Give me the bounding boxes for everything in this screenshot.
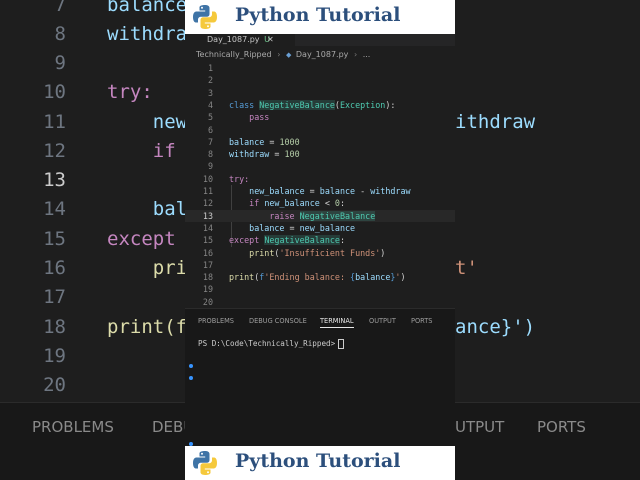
tab-debug-console[interactable]: DEBUG CONSOLE — [249, 317, 307, 325]
terminal-decoration-icon — [189, 376, 193, 380]
line-number: 9 — [207, 161, 213, 172]
bg-panel-tab: UTPUT — [455, 418, 505, 436]
line-number: 4 — [207, 99, 213, 110]
terminal-prompt[interactable]: PS D:\Code\Technically_Ripped> — [198, 339, 345, 349]
breadcrumb-file[interactable]: Day_1087.py — [296, 50, 349, 59]
code-text: raise NegativeBalance — [269, 210, 376, 221]
bg-fragment: t' — [455, 257, 478, 279]
tab-output[interactable]: OUTPUT — [369, 317, 396, 325]
python-logo-icon — [193, 451, 217, 475]
breadcrumb: Technically_Ripped › ◆ Day_1087.py › ... — [185, 47, 455, 62]
code-line: 11 new_balance = balance - withdraw — [185, 185, 455, 197]
line-number: 5 — [207, 112, 213, 123]
tab-filename: Day_1087.py — [207, 35, 260, 44]
python-logo-icon — [193, 5, 217, 29]
line-number: 20 — [202, 296, 213, 307]
chevron-right-icon: › — [353, 50, 358, 59]
line-number: 3 — [207, 87, 213, 98]
bg-fragment: ithdraw — [455, 111, 536, 133]
code-line: 20 — [185, 296, 455, 308]
line-number: 18 — [202, 272, 213, 283]
code-text: print(f'Ending balance: {balance}') — [229, 272, 406, 283]
terminal-cursor — [338, 339, 345, 349]
code-text: withdraw = 100 — [229, 149, 300, 160]
banner-title: Python Tutorial — [235, 4, 401, 26]
tab-day-1087[interactable]: Day_1087.py U ✕ — [185, 34, 295, 46]
code-line: 14 balance = new_balance — [185, 222, 455, 234]
tab-terminal[interactable]: TERMINAL — [320, 317, 354, 328]
line-number: 6 — [207, 124, 213, 135]
chevron-right-icon: › — [277, 50, 281, 59]
bottom-panel: PROBLEMS DEBUG CONSOLE TERMINAL OUTPUT P… — [185, 308, 455, 447]
code-line: 17 — [185, 259, 455, 271]
code-editor[interactable]: 1 2 3 4 class NegativeBalance(Exception):… — [185, 62, 455, 308]
breadcrumb-folder[interactable]: Technically_Ripped — [196, 50, 272, 59]
breadcrumb-more[interactable]: ... — [363, 50, 371, 59]
bottom-banner: Python Tutorial — [185, 446, 455, 480]
line-number: 17 — [202, 259, 213, 270]
code-text: print('Insufficient Funds') — [249, 247, 386, 258]
code-text: if new_balance < 0: — [249, 198, 346, 209]
code-line: 7 balance = 1000 — [185, 136, 455, 148]
top-banner: Python Tutorial — [185, 0, 455, 34]
code-line: 15 except NegativeBalance: — [185, 234, 455, 246]
terminal-decoration-icon — [189, 364, 193, 368]
code-text: except NegativeBalance: — [229, 235, 345, 246]
line-number: 12 — [202, 198, 213, 209]
editor-tabbar: Day_1087.py U ✕ — [185, 34, 455, 46]
code-line: 4 class NegativeBalance(Exception): — [185, 99, 455, 111]
line-number: 16 — [202, 247, 213, 258]
tab-ports[interactable]: PORTS — [411, 317, 432, 325]
banner-title: Python Tutorial — [235, 450, 401, 472]
line-number: 19 — [202, 284, 213, 295]
line-number: 8 — [207, 149, 213, 160]
bg-panel-tab: PROBLEMS — [32, 418, 114, 436]
tab-problems[interactable]: PROBLEMS — [198, 317, 234, 325]
code-line: 8 withdraw = 100 — [185, 148, 455, 160]
line-number: 11 — [202, 186, 213, 196]
python-file-icon: ◆ — [285, 51, 292, 59]
line-number: 13 — [202, 210, 213, 221]
close-icon[interactable]: ✕ — [267, 34, 274, 46]
code-line: 3 — [185, 87, 455, 99]
code-line: 12 if new_balance < 0: — [185, 197, 455, 209]
code-line-active: 13 raise NegativeBalance — [185, 209, 455, 222]
bg-panel-tab: PORTS — [537, 418, 586, 436]
code-text: try: — [229, 173, 250, 184]
line-number: 7 — [207, 136, 213, 147]
code-text: class NegativeBalance(Exception): — [229, 99, 396, 110]
bg-fragment: ance}') — [455, 316, 536, 338]
code-text: balance = new_balance — [249, 222, 356, 233]
code-line: 9 — [185, 160, 455, 172]
code-line: 5 pass — [185, 111, 455, 123]
line-number: 10 — [202, 173, 213, 184]
code-line: 6 — [185, 124, 455, 136]
code-line: 10 try: — [185, 173, 455, 185]
code-line: 19 — [185, 283, 455, 295]
terminal-prompt-text: PS D:\Code\Technically_Ripped> — [198, 339, 336, 348]
line-number: 14 — [202, 222, 213, 233]
code-text: balance = 1000 — [229, 136, 300, 147]
line-number: 15 — [202, 235, 213, 246]
vscode-window: Python Tutorial Day_1087.py U ✕ Technica… — [185, 0, 455, 480]
panel-tabs: PROBLEMS DEBUG CONSOLE TERMINAL OUTPUT P… — [185, 315, 455, 329]
code-text: new_balance = balance - withdraw — [249, 186, 411, 196]
line-number: 2 — [207, 75, 213, 86]
code-line: 16 print('Insufficient Funds') — [185, 247, 455, 259]
code-line: 1 — [185, 62, 455, 74]
code-text: pass — [249, 112, 270, 123]
code-line: 18 print(f'Ending balance: {balance}') — [185, 271, 455, 283]
code-line: 2 — [185, 74, 455, 86]
line-number: 1 — [207, 63, 213, 73]
